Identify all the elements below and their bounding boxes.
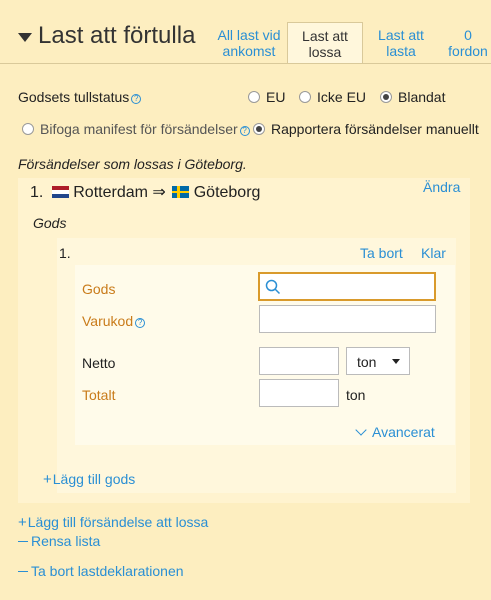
section-header[interactable]: Last att förtulla [18, 22, 195, 50]
gods-label: Gods [82, 281, 116, 297]
tab-load-cargo[interactable]: Last att lasta [363, 22, 439, 63]
advanced-toggle[interactable]: Avancerat [355, 424, 435, 440]
sweden-flag-icon [172, 186, 190, 198]
tab-vehicles[interactable]: 0 fordon [439, 22, 491, 63]
edit-shipment-link[interactable]: Ändra [423, 179, 460, 195]
shipment-number: 1. [30, 184, 44, 201]
radio-non-eu[interactable]: Icke EU [299, 89, 366, 105]
clear-list-label: Rensa lista [31, 533, 101, 549]
remove-goods-link[interactable]: Ta bort [360, 245, 403, 261]
totalt-label: Totalt [82, 387, 116, 403]
add-goods-link[interactable]: +Lägg till gods [43, 471, 135, 488]
varukod-text: Varukod [82, 313, 134, 329]
tab-label-line2: fordon [448, 43, 488, 59]
tab-label-line1: Last att [378, 27, 424, 43]
chevron-down-icon [355, 424, 367, 436]
tab-bar: All last vid ankomst Last att lossa Last… [211, 22, 491, 64]
totalt-input[interactable] [259, 379, 339, 407]
shipment-route: 1. Rotterdam ⇒ Göteborg [30, 182, 260, 202]
search-icon [265, 279, 281, 295]
radio-button[interactable] [22, 123, 34, 135]
radio-label: Rapportera försändelser manuellt [271, 121, 479, 137]
tab-label-line2: lasta [386, 43, 416, 59]
done-goods-link[interactable]: Klar [421, 245, 446, 261]
gods-search-input[interactable] [258, 272, 436, 301]
chevron-down-icon [392, 359, 400, 364]
tab-unload-cargo[interactable]: Last att lossa [287, 22, 363, 64]
arrow-icon: ⇒ [152, 184, 166, 201]
minus-icon [18, 541, 28, 542]
collapse-triangle-icon[interactable] [18, 32, 32, 42]
radio-label: Bifoga manifest för försändelser [40, 121, 238, 137]
help-icon[interactable]: ? [135, 318, 146, 328]
remove-declaration-label: Ta bort lastdeklarationen [31, 563, 184, 579]
radio-label: Icke EU [317, 89, 367, 105]
tab-label-line2: ankomst [222, 43, 276, 59]
tab-label-line2: lossa [308, 44, 342, 60]
netto-unit-select[interactable]: ton [346, 347, 410, 375]
radio-label: EU [266, 89, 286, 105]
tab-all-cargo[interactable]: All last vid ankomst [211, 22, 287, 63]
radio-mixed[interactable]: Blandat [380, 89, 445, 105]
help-icon[interactable]: ? [131, 94, 142, 104]
plus-icon: + [18, 514, 27, 531]
advanced-label: Avancerat [372, 424, 435, 440]
add-shipment-label: Lägg till försändelse att lossa [27, 514, 209, 530]
shipments-heading: Försändelser som lossas i Göteborg. [18, 156, 247, 172]
tab-label-line1: 0 [464, 27, 472, 43]
varukod-label: Varukod? [82, 313, 146, 329]
goods-item-number: 1. [59, 245, 71, 261]
netto-input[interactable] [259, 347, 339, 375]
page-title: Last att förtulla [38, 22, 196, 49]
totalt-unit: ton [346, 387, 366, 403]
remove-declaration-link[interactable]: Ta bort lastdeklarationen [18, 563, 184, 579]
customs-status-label: Godsets tullstatus? [18, 89, 142, 105]
add-shipment-link[interactable]: +Lägg till försändelse att lossa [18, 514, 208, 531]
clear-list-link[interactable]: Rensa lista [18, 533, 100, 549]
minus-icon [18, 571, 28, 572]
radio-button-selected[interactable] [380, 91, 392, 103]
goods-heading: Gods [33, 215, 67, 231]
radio-report-manually[interactable]: Rapportera försändelser manuellt [253, 121, 479, 137]
destination-port: Göteborg [193, 184, 261, 201]
customs-status-text: Godsets tullstatus [18, 89, 130, 105]
select-value: ton [357, 354, 377, 370]
netto-label: Netto [82, 355, 116, 371]
radio-button[interactable] [248, 91, 260, 103]
plus-icon: + [43, 471, 52, 488]
radio-attach-manifest[interactable]: Bifoga manifest för försändelser? [22, 121, 250, 137]
radio-label: Blandat [398, 89, 446, 105]
help-icon[interactable]: ? [239, 126, 250, 136]
radio-eu[interactable]: EU [248, 89, 285, 105]
tab-label-line1: Last att [302, 28, 348, 44]
tab-label-line1: All last vid [217, 27, 281, 43]
varukod-input[interactable] [259, 305, 436, 333]
header-divider [0, 63, 491, 64]
origin-port: Rotterdam [73, 184, 148, 201]
radio-button[interactable] [299, 91, 311, 103]
radio-button-selected[interactable] [253, 123, 265, 135]
netherlands-flag-icon [51, 186, 69, 198]
add-goods-label: Lägg till gods [52, 471, 136, 487]
